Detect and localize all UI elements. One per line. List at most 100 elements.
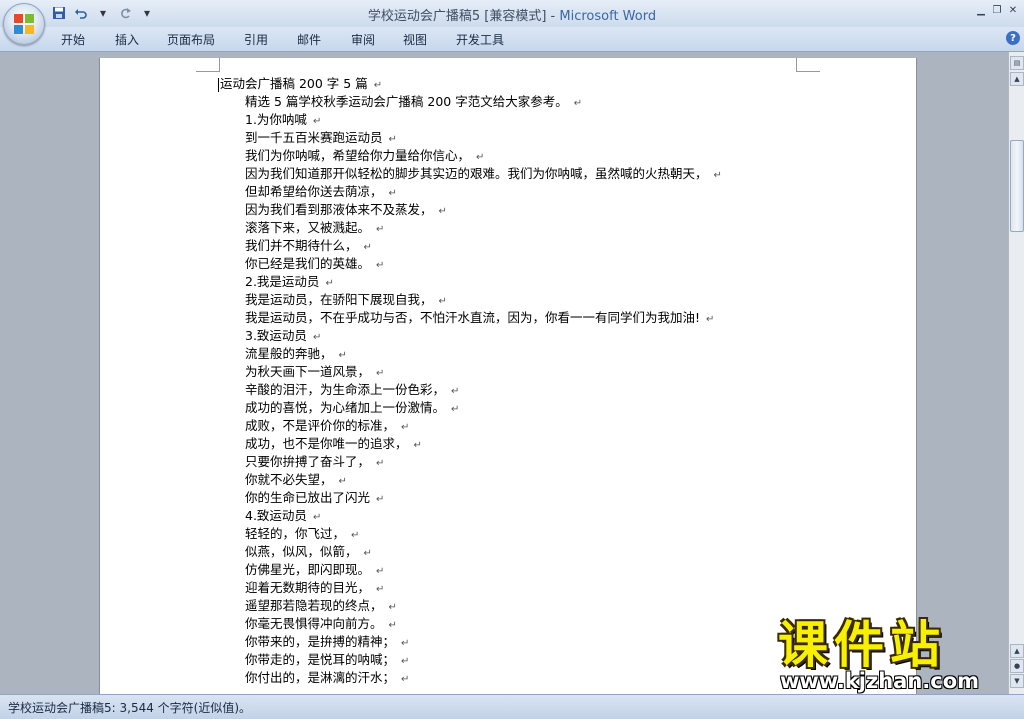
line-text: 你的生命已放出了闪光 (245, 490, 371, 505)
watermark-text: 课件站 (778, 616, 946, 674)
crop-mark-top-right-h (796, 71, 820, 72)
scroll-thumb[interactable] (1010, 140, 1024, 232)
line-text: 你毫无畏惧得冲向前方。 (245, 616, 383, 631)
save-icon[interactable] (50, 4, 68, 22)
window-controls: ▁ ❐ ✕ (974, 3, 1020, 17)
document-line: 我是运动员，不在乎成功与否，不怕汗水直流，因为，你看一一有同学们为我加油! ↵ (218, 309, 722, 327)
document-line: 为秋天画下一道风景， ↵ (218, 363, 722, 381)
line-text: 我们并不期待什么， (245, 238, 358, 253)
paragraph-mark-icon: ↵ (706, 314, 715, 325)
document-line: 你带来的，是拚搏的精神； ↵ (218, 633, 722, 651)
help-icon[interactable]: ? (1006, 31, 1020, 45)
line-text: 流星般的奔驰， (245, 346, 333, 361)
tab-references[interactable]: 引用 (244, 31, 268, 48)
document-line: 只要你拚搏了奋斗了， ↵ (218, 453, 722, 471)
document-line: 你毫无畏惧得冲向前方。 ↵ (218, 615, 722, 633)
watermark-url: www.kjzhan.com (780, 669, 980, 693)
paragraph-mark-icon: ↵ (376, 584, 385, 595)
line-text: 只要你拚搏了奋斗了， (245, 454, 371, 469)
paragraph-mark-icon: ↵ (573, 98, 583, 109)
line-text: 似燕，似风，似箭， (245, 544, 358, 559)
document-workspace: 运动会广播稿 200 字 5 篇 ↵ 精选 5 篇学校秋季运动会广播稿 200 字范… (0, 52, 1008, 694)
paragraph-mark-icon: ↵ (438, 206, 447, 217)
tab-mailings[interactable]: 邮件 (297, 31, 321, 48)
line-text: 你付出的，是淋漓的汗水； (245, 670, 396, 685)
line-text: 你带来的，是拚搏的精神； (245, 634, 396, 649)
paragraph-mark-icon: ↵ (401, 422, 410, 433)
line-text: 我们为你呐喊，希望给你力量给你信心， (245, 148, 471, 163)
document-line: 你带走的，是悦耳的呐喊； ↵ (218, 651, 722, 669)
tab-home[interactable]: 开始 (61, 31, 85, 48)
restore-icon[interactable]: ❐ (990, 3, 1004, 17)
document-line: 轻轻的，你飞过， ↵ (218, 525, 722, 543)
line-text: 但却希望给你送去荫凉， (245, 184, 383, 199)
word-count-status[interactable]: 学校运动会广播稿5: 3,544 个字符(近似值)。 (8, 699, 251, 716)
document-line: 你已经是我们的英雄。 ↵ (218, 255, 722, 273)
document-line: 精选 5 篇学校秋季运动会广播稿 200 字范文给大家参考。 ↵ (218, 93, 722, 111)
line-text: 你带走的，是悦耳的呐喊； (245, 652, 396, 667)
tab-insert[interactable]: 插入 (115, 31, 139, 48)
office-logo-icon (14, 14, 34, 34)
document-line: 似燕，似风，似箭， ↵ (218, 543, 722, 561)
line-text: 你就不必失望， (245, 472, 333, 487)
paragraph-mark-icon: ↵ (325, 278, 334, 289)
document-line: 3.致运动员 ↵ (218, 327, 722, 345)
paragraph-mark-icon: ↵ (373, 80, 383, 91)
tab-view[interactable]: 视图 (403, 31, 427, 48)
document-line: 你就不必失望， ↵ (218, 471, 722, 489)
tab-review[interactable]: 审阅 (351, 31, 375, 48)
paragraph-mark-icon: ↵ (401, 656, 410, 667)
redo-icon[interactable] (116, 4, 134, 22)
line-text: 辛酸的泪汗，为生命添上一份色彩， (245, 382, 446, 397)
document-line: 仿佛星光，即闪即现。 ↵ (218, 561, 722, 579)
tab-developer[interactable]: 开发工具 (456, 31, 504, 48)
paragraph-mark-icon: ↵ (438, 296, 447, 307)
line-text: 仿佛星光，即闪即现。 (245, 562, 371, 577)
document-body[interactable]: 运动会广播稿 200 字 5 篇 ↵ 精选 5 篇学校秋季运动会广播稿 200 字范… (218, 75, 722, 687)
line-text: 轻轻的，你飞过， (245, 526, 346, 541)
paragraph-mark-icon: ↵ (338, 476, 347, 487)
undo-icon[interactable] (72, 4, 90, 22)
paragraph-mark-icon: ↵ (376, 566, 385, 577)
dropdown-chevron-icon[interactable]: ▾ (94, 4, 112, 22)
line-text: 成败，不是评价你的标准， (245, 418, 396, 433)
tab-page-layout[interactable]: 页面布局 (167, 31, 215, 48)
crop-mark-top-left-v (219, 58, 220, 72)
office-button[interactable] (3, 3, 45, 45)
ribbon-tabs: 开始 插入 页面布局 引用 邮件 审阅 视图 开发工具 ? (0, 27, 1024, 52)
line-text: 2.我是运动员 (245, 274, 320, 289)
scroll-up-icon[interactable]: ▲ (1010, 72, 1024, 86)
line-text: 因为我们知道那开似轻松的脚步其实迈的艰难。我们为你呐喊，虽然喊的火热朝天， (245, 166, 708, 181)
document-title: 学校运动会广播稿5 [兼容模式] - (367, 9, 560, 24)
paragraph-mark-icon: ↵ (376, 260, 385, 271)
line-text: 精选 5 篇学校秋季运动会广播稿 200 字范文给大家参考。 (245, 94, 568, 109)
paragraph-mark-icon: ↵ (713, 170, 722, 181)
vertical-scrollbar[interactable]: ▤ ▲ ▲ ● ▼ (1008, 52, 1024, 694)
close-icon[interactable]: ✕ (1006, 3, 1020, 17)
document-line: 成功，也不是你唯一的追求， ↵ (218, 435, 722, 453)
line-text: 3.致运动员 (245, 328, 307, 343)
document-page[interactable]: 运动会广播稿 200 字 5 篇 ↵ 精选 5 篇学校秋季运动会广播稿 200 字范… (99, 58, 917, 694)
line-text: 滚落下来，又被溅起。 (245, 220, 371, 235)
paragraph-mark-icon: ↵ (312, 512, 322, 523)
paragraph-mark-icon: ↵ (388, 602, 397, 613)
paragraph-mark-icon: ↵ (376, 368, 385, 379)
line-text: 你已经是我们的英雄。 (245, 256, 371, 271)
document-line: 运动会广播稿 200 字 5 篇 ↵ (218, 75, 722, 93)
customize-toolbar-icon[interactable]: ▾ (138, 4, 156, 22)
paragraph-mark-icon: ↵ (401, 674, 410, 685)
paragraph-mark-icon: ↵ (388, 188, 397, 199)
paragraph-mark-icon: ↵ (376, 494, 385, 505)
document-line: 迎着无数期待的目光， ↵ (218, 579, 722, 597)
ruler-toggle-icon[interactable]: ▤ (1010, 56, 1024, 70)
crop-mark-top-right-v (796, 58, 797, 72)
minimize-icon[interactable]: ▁ (974, 3, 988, 17)
line-text: 4.致运动员 (245, 508, 307, 523)
document-line: 但却希望给你送去荫凉， ↵ (218, 183, 722, 201)
paragraph-mark-icon: ↵ (363, 548, 372, 559)
document-line: 因为我们知道那开似轻松的脚步其实迈的艰难。我们为你呐喊，虽然喊的火热朝天， ↵ (218, 165, 722, 183)
document-line: 我们为你呐喊，希望给你力量给你信心， ↵ (218, 147, 722, 165)
document-line: 我们并不期待什么， ↵ (218, 237, 722, 255)
document-line: 成功的喜悦，为心绪加上一份激情。 ↵ (218, 399, 722, 417)
document-line: 我是运动员，在骄阳下展现自我， ↵ (218, 291, 722, 309)
